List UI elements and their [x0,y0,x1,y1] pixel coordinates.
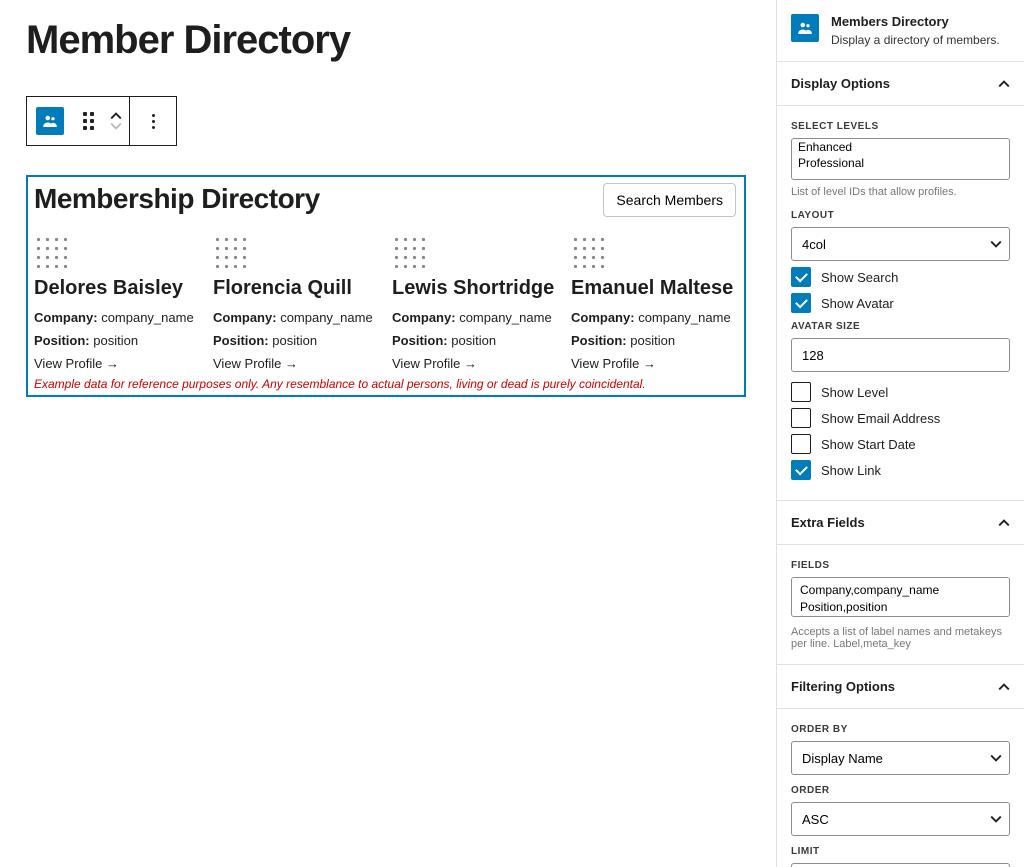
position-label: Position: [571,333,627,348]
block-card: Members Directory Display a directory of… [777,0,1024,62]
search-members-button[interactable]: Search Members [603,183,736,217]
panel-extra-body: FIELDS Accepts a list of label names and… [777,544,1024,665]
position-value: position [630,333,675,348]
view-profile-link[interactable]: View Profile → [571,356,738,371]
avatar-size-input[interactable] [791,338,1010,372]
member-name: Florencia Quill [213,277,380,300]
checkbox-label: Show Level [821,385,888,400]
position-label: Position: [34,333,90,348]
limit-label: LIMIT [791,846,1010,857]
order-label: ORDER [791,785,1010,796]
view-profile-link[interactable]: View Profile → [392,356,559,371]
avatar-placeholder-icon [392,235,428,271]
checkbox-icon [791,434,811,454]
panel-filtering-body: ORDER BY Display Name ORDER ASC LIMIT [777,708,1024,867]
order-by-select[interactable]: Display Name [791,741,1010,775]
checkbox-icon [791,382,811,402]
panel-title: Filtering Options [791,679,895,694]
checkbox-label: Show Avatar [821,296,894,311]
checkbox-icon [791,460,811,480]
position-label: Position: [213,333,269,348]
company-label: Company: [571,310,635,325]
member-name: Lewis Shortridge [392,277,559,300]
company-value: company_name [459,310,552,325]
show-search-checkbox[interactable]: Show Search [791,267,1010,287]
company-value: company_name [101,310,194,325]
company-label: Company: [34,310,98,325]
checkbox-label: Show Search [821,270,898,285]
member-name: Emanuel Maltese [571,277,738,300]
panel-display-body: SELECT LEVELS Enhanced Professional List… [777,105,1024,501]
member-card: Delores Baisley Company: company_name Po… [34,235,201,371]
block-card-desc: Display a directory of members. [831,33,1000,47]
company-value: company_name [638,310,731,325]
order-select[interactable]: ASC [791,802,1010,836]
member-name: Delores Baisley [34,277,201,300]
chevron-up-icon [998,517,1010,529]
move-arrows[interactable] [103,97,129,145]
members-icon [36,107,64,135]
panel-title: Display Options [791,76,890,91]
drag-icon [83,112,94,130]
chevron-up-icon [998,681,1010,693]
company-value: company_name [280,310,373,325]
page-title: Member Directory [26,18,750,63]
checkbox-label: Show Start Date [821,437,916,452]
fields-help: Accepts a list of label names and metake… [791,626,1010,650]
panel-display-options[interactable]: Display Options [777,62,1024,106]
avatar-size-label: AVATAR SIZE [791,321,1010,332]
layout-select[interactable]: 4col [791,227,1010,261]
company-label: Company: [213,310,277,325]
select-levels-label: SELECT LEVELS [791,121,1010,132]
block-type-button[interactable] [27,97,73,145]
panel-title: Extra Fields [791,515,865,530]
checkbox-label: Show Link [821,463,881,478]
checkbox-icon [791,408,811,428]
show-link-checkbox[interactable]: Show Link [791,460,1010,480]
view-profile-link[interactable]: View Profile → [213,356,380,371]
levels-help: List of level IDs that allow profiles. [791,186,1010,198]
avatar-placeholder-icon [571,235,607,271]
company-label: Company: [392,310,456,325]
limit-input[interactable] [791,863,1010,867]
checkbox-icon [791,293,811,313]
show-level-checkbox[interactable]: Show Level [791,382,1010,402]
fields-label: FIELDS [791,560,1010,571]
order-by-label: ORDER BY [791,724,1010,735]
select-levels-listbox[interactable]: Enhanced Professional [791,138,1010,180]
disclaimer-text: Example data for reference purposes only… [34,377,738,391]
panel-filtering-options[interactable]: Filtering Options [777,665,1024,709]
more-options-button[interactable] [130,97,176,145]
show-avatar-checkbox[interactable]: Show Avatar [791,293,1010,313]
member-card: Florencia Quill Company: company_name Po… [213,235,380,371]
show-email-checkbox[interactable]: Show Email Address [791,408,1010,428]
show-start-date-checkbox[interactable]: Show Start Date [791,434,1010,454]
avatar-placeholder-icon [213,235,249,271]
more-icon [152,114,155,129]
chevron-down-icon [110,122,122,130]
avatar-placeholder-icon [34,235,70,271]
checkbox-icon [791,267,811,287]
members-icon [791,14,819,42]
panel-extra-fields[interactable]: Extra Fields [777,501,1024,545]
members-directory-block[interactable]: Membership Directory Search Members Delo… [26,175,746,397]
member-card: Lewis Shortridge Company: company_name P… [392,235,559,371]
checkbox-label: Show Email Address [821,411,940,426]
member-card: Emanuel Maltese Company: company_name Po… [571,235,738,371]
editor-canvas: Member Directory lock Membership Directo… [0,0,776,867]
block-card-title: Members Directory [831,14,1000,29]
fields-textarea[interactable] [791,577,1010,617]
chevron-up-icon [998,78,1010,90]
position-value: position [451,333,496,348]
position-label: Position: [392,333,448,348]
view-profile-link[interactable]: View Profile → [34,356,201,371]
layout-label: LAYOUT [791,210,1010,221]
members-grid: Delores Baisley Company: company_name Po… [34,235,738,371]
inspector-sidebar: Members Directory Display a directory of… [776,0,1024,867]
position-value: position [272,333,317,348]
chevron-up-icon [110,112,122,120]
block-toolbar [26,96,177,146]
drag-handle[interactable] [73,97,103,145]
position-value: position [93,333,138,348]
